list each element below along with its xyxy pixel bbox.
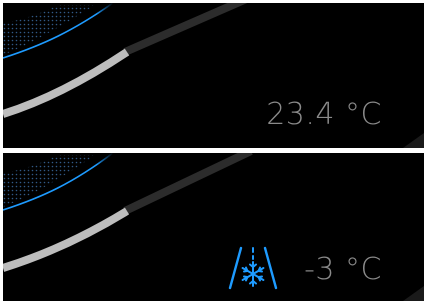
corner-accent xyxy=(403,133,424,148)
corner-accent xyxy=(403,286,424,301)
gauge-track-light xyxy=(3,48,130,118)
dot-texture xyxy=(3,5,95,55)
dot-texture xyxy=(3,155,95,207)
gauge-track-dark xyxy=(123,153,253,215)
gauge-track-dark xyxy=(123,3,248,56)
frost-road-warning-icon xyxy=(228,246,278,290)
outside-temperature: -3 °C xyxy=(304,252,382,287)
outside-temperature: 23.4 °C xyxy=(266,97,382,132)
temperature-display-normal: 23.4 °C xyxy=(3,3,424,148)
gauge-track-light xyxy=(3,207,130,272)
temperature-display-frost: -3 °C xyxy=(3,153,424,301)
